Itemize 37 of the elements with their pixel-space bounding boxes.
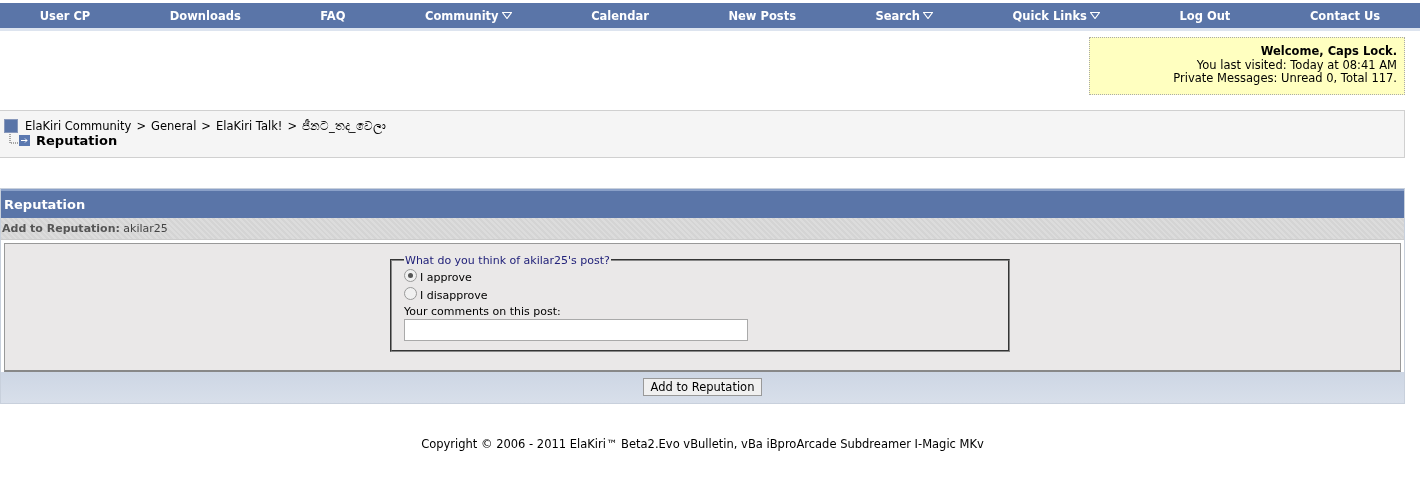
fieldset-legend: What do you think of akilar25's post?: [404, 253, 611, 267]
separator-text: >: [136, 118, 147, 133]
last-visited-text: You last visited: Today at 08:41 AM: [1195, 58, 1397, 72]
nav-link[interactable]: Log Out: [1179, 8, 1231, 23]
caret-icon: [923, 12, 934, 19]
caret-icon: [1089, 12, 1100, 19]
radio-button[interactable]: [404, 287, 417, 300]
separator-text: >: [201, 118, 211, 133]
current-page-title: Reputation: [36, 132, 118, 148]
option-label: I approve: [420, 271, 472, 284]
breadcrumb-link[interactable]: ElaKiri Talk!: [216, 118, 283, 133]
caret-icon: [501, 12, 512, 19]
copyright-text: Copyright © 2006 - 2011 ElaKiri™ Beta2.Evo vBulletin, vBa iBproArcade Subdreamer I-Magic MKv: [420, 436, 985, 451]
nav-link[interactable]: Community: [425, 8, 512, 23]
comment-field[interactable]: [404, 318, 748, 341]
radio-button[interactable]: [404, 269, 417, 282]
separator-text: >: [287, 118, 298, 133]
breadcrumb-link[interactable]: General: [151, 118, 197, 133]
nav-link[interactable]: New Posts: [728, 8, 796, 23]
subheader-text: Add to Reputation: akilar25: [2, 221, 168, 235]
nav-link[interactable]: Downloads: [169, 8, 241, 23]
welcome-title: Welcome, Caps Lock.: [1259, 45, 1397, 59]
nav-link[interactable]: User CP: [39, 8, 91, 23]
nav-link[interactable]: Search: [875, 8, 934, 23]
add-to-reputation-button[interactable]: Add to Reputation: [642, 377, 763, 396]
panel-title: Reputation: [4, 196, 86, 212]
nav-link[interactable]: Quick Links: [1012, 8, 1100, 23]
private-messages-text: Private Messages: Unread 0, Total 117.: [1172, 72, 1397, 86]
option-label: I disapprove: [420, 289, 488, 302]
nav-link[interactable]: Calendar: [591, 8, 649, 23]
nav-link[interactable]: FAQ: [320, 8, 346, 23]
tree-arrow-icon: [8, 134, 32, 146]
breadcrumb-link[interactable]: ජීනට_තද_වෙලා: [302, 118, 386, 133]
forum-icon: [4, 118, 18, 133]
comment-label: Your comments on this post:: [404, 304, 562, 318]
breadcrumb-link[interactable]: ElaKiri Community: [25, 118, 132, 133]
nav-link[interactable]: Contact Us: [1309, 8, 1381, 23]
